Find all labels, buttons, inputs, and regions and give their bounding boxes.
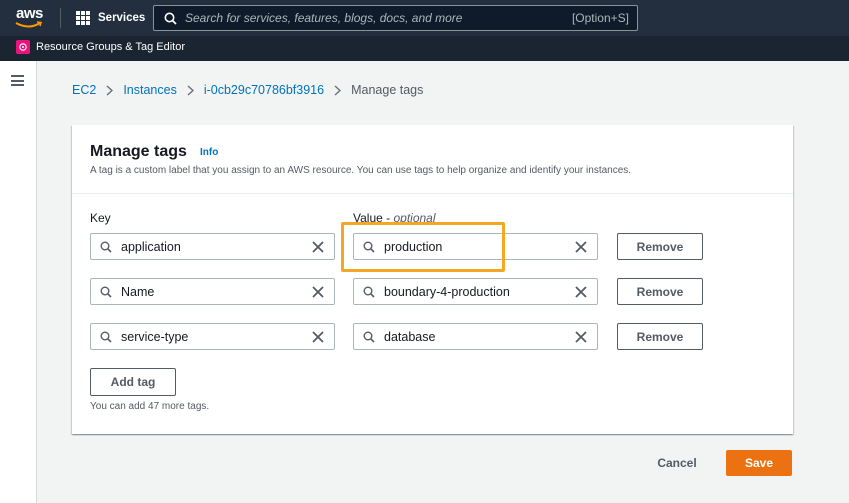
search-icon xyxy=(363,331,375,343)
breadcrumb-ec2[interactable]: EC2 xyxy=(72,83,96,97)
key-column-label: Key xyxy=(90,211,111,225)
resource-groups-icon xyxy=(16,40,30,54)
tag-key-input[interactable] xyxy=(121,284,307,299)
aws-logo-text: aws xyxy=(16,5,43,22)
clear-icon[interactable] xyxy=(307,236,329,258)
resource-groups-shortcut[interactable]: Resource Groups & Tag Editor xyxy=(16,40,185,54)
tag-value-input[interactable] xyxy=(384,239,570,254)
value-column-label: Value - optional xyxy=(353,211,436,225)
search-icon xyxy=(100,241,112,253)
clear-icon[interactable] xyxy=(570,281,592,303)
services-menu-button[interactable]: Services xyxy=(76,10,145,26)
global-search-bar[interactable]: [Option+S] xyxy=(153,5,638,31)
tag-key-input[interactable] xyxy=(121,329,307,344)
search-icon xyxy=(363,286,375,298)
add-tag-button[interactable]: Add tag xyxy=(90,368,176,396)
value-label-text: Value - xyxy=(353,211,394,225)
search-icon xyxy=(100,286,112,298)
chevron-right-icon xyxy=(187,84,194,96)
remove-tag-button[interactable]: Remove xyxy=(617,233,703,260)
aws-smile-icon xyxy=(15,21,43,28)
grid-icon xyxy=(76,11,90,25)
remove-tag-button[interactable]: Remove xyxy=(617,323,703,350)
cancel-button[interactable]: Cancel xyxy=(644,450,710,476)
panel-header: Manage tags Info A tag is a custom label… xyxy=(72,125,793,194)
info-link[interactable]: Info xyxy=(200,147,218,158)
tag-value-input[interactable] xyxy=(384,284,570,299)
breadcrumb-current: Manage tags xyxy=(351,83,424,97)
page-title: Manage tags xyxy=(90,143,187,160)
tag-key-input[interactable] xyxy=(121,239,307,254)
tag-value-field[interactable] xyxy=(353,323,598,350)
chevron-right-icon xyxy=(106,84,114,96)
clear-icon[interactable] xyxy=(307,281,329,303)
services-label: Services xyxy=(98,12,146,24)
breadcrumb-instance-id[interactable]: i-0cb29c70786bf3916 xyxy=(204,83,324,97)
panel-description: A tag is a custom label that you assign … xyxy=(90,165,632,176)
global-search-input[interactable] xyxy=(185,11,572,25)
menu-icon[interactable] xyxy=(11,75,24,86)
top-navigation-bar: aws Services [Option+S] xyxy=(0,0,849,36)
remove-tag-button[interactable]: Remove xyxy=(617,278,703,305)
nav-divider xyxy=(60,8,61,28)
tag-key-field[interactable] xyxy=(90,233,335,260)
clear-icon[interactable] xyxy=(307,326,329,348)
chevron-right-icon xyxy=(334,84,342,96)
breadcrumb: EC2 Instances i-0cb29c70786bf3916 Manage… xyxy=(72,83,423,97)
tag-key-field[interactable] xyxy=(90,323,335,350)
value-optional-text: optional xyxy=(393,211,436,225)
search-icon xyxy=(164,12,177,25)
side-navigation-collapsed xyxy=(0,61,37,503)
search-shortcut-hint: [Option+S] xyxy=(571,11,629,25)
clear-icon[interactable] xyxy=(570,236,592,258)
tag-value-input[interactable] xyxy=(384,329,570,344)
resource-groups-label: Resource Groups & Tag Editor xyxy=(36,41,185,53)
search-icon xyxy=(100,331,112,343)
manage-tags-panel: Manage tags Info A tag is a custom label… xyxy=(72,125,793,434)
search-icon xyxy=(363,241,375,253)
save-button[interactable]: Save xyxy=(726,450,792,476)
tag-key-field[interactable] xyxy=(90,278,335,305)
clear-icon[interactable] xyxy=(570,326,592,348)
remaining-tags-hint: You can add 47 more tags. xyxy=(90,401,210,412)
tag-value-field[interactable] xyxy=(353,233,598,260)
tag-value-field[interactable] xyxy=(353,278,598,305)
aws-logo[interactable]: aws xyxy=(14,4,46,30)
breadcrumb-instances[interactable]: Instances xyxy=(123,83,177,97)
service-shortcut-bar: Resource Groups & Tag Editor xyxy=(0,36,849,61)
